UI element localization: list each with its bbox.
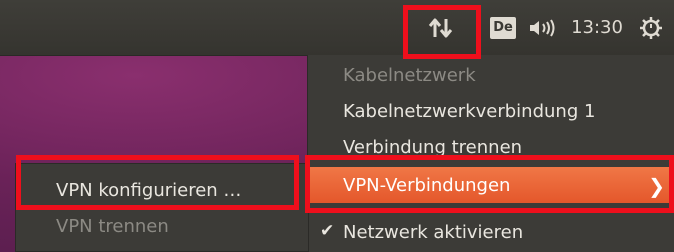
menu-item-netzwerk-aktivieren[interactable]: ✔ Netzwerk aktivieren [308,214,674,250]
network-menu: Kabelnetzwerk Kabelnetzwerkverbindung 1 … [307,55,674,252]
menu-item-label: Netzwerk aktivieren [343,221,524,243]
menu-item-vpn-trennen: VPN trennen [16,208,308,244]
speaker-volume-icon [530,18,555,37]
top-panel: De 13:30 [0,0,674,56]
volume-indicator[interactable] [520,0,564,55]
checkmark-icon: ✔ [320,221,335,241]
keyboard-layout-label: De [490,16,516,39]
network-indicator[interactable] [402,0,480,55]
clock-indicator[interactable]: 13:30 [566,0,628,55]
menu-item-kabelnetzwerkverbindung[interactable]: Kabelnetzwerkverbindung 1 [308,93,674,129]
menu-item-kabelnetzwerk: Kabelnetzwerk [308,57,674,93]
chevron-right-icon: ❯ [648,174,665,198]
menu-item-vpn-verbindungen[interactable]: VPN-Verbindungen ❯ [308,167,674,203]
network-updown-icon [428,18,453,37]
menu-item-label: Kabelnetzwerkverbindung 1 [343,100,596,122]
menu-item-verbindung-trennen[interactable]: Verbindung trennen [308,129,674,165]
menu-item-label: VPN-Verbindungen [343,174,511,196]
menu-item-label: Verbindung trennen [343,136,523,158]
gear-power-icon [640,16,662,39]
menu-item-label: VPN trennen [56,215,169,237]
menu-item-vpn-konfigurieren[interactable]: VPN konfigurieren … [16,172,308,208]
clock-time: 13:30 [571,17,623,38]
vpn-submenu: VPN konfigurieren … VPN trennen [15,163,309,252]
menu-item-label: VPN konfigurieren … [56,179,242,201]
session-indicator[interactable] [632,0,670,55]
keyboard-layout-indicator[interactable]: De [487,0,519,55]
menu-item-label: Kabelnetzwerk [343,64,476,86]
